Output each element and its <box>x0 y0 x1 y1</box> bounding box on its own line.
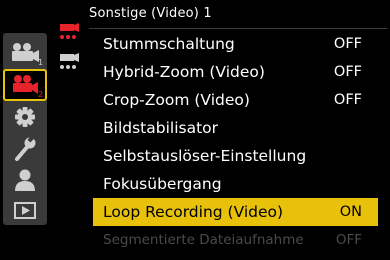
subtab-video-2[interactable] <box>56 50 84 78</box>
video-tab-1-icon <box>60 23 79 39</box>
sub-tab-column <box>56 20 86 80</box>
menu-item-stummschaltung[interactable]: Stummschaltung OFF <box>93 30 378 58</box>
menu-item-bildstabilisator[interactable]: Bildstabilisator <box>93 114 378 142</box>
sidebar-item-settings[interactable] <box>3 101 47 133</box>
menu-list: Stummschaltung OFF Hybrid-Zoom (Video) O… <box>93 30 390 254</box>
menu-item-selbstausloeser[interactable]: Selbstauslöser-Einstellung <box>93 142 378 170</box>
menu-item-crop-zoom[interactable]: Crop-Zoom (Video) OFF <box>93 86 378 114</box>
menu-item-value: OFF <box>333 36 362 52</box>
video-tab-2-icon <box>60 53 79 69</box>
menu-item-fokusuebergang[interactable]: Fokusübergang <box>93 170 378 198</box>
menu-item-hybrid-zoom[interactable]: Hybrid-Zoom (Video) OFF <box>93 58 378 86</box>
video-camera-icon: 2 <box>13 75 43 99</box>
menu-item-label: Fokusübergang <box>103 175 222 193</box>
camera-menu-screen: 1 2 Sonstige (Video) 1 Stummschaltung OF… <box>0 0 390 260</box>
sidebar-item-video[interactable]: 2 <box>3 69 47 101</box>
user-icon <box>15 169 35 191</box>
sidebar-badge: 2 <box>38 90 43 99</box>
menu-item-label: Stummschaltung <box>103 35 235 53</box>
menu-item-label: Bildstabilisator <box>103 119 219 137</box>
title-divider <box>89 28 387 29</box>
subtab-video-1[interactable] <box>56 20 84 48</box>
sidebar-item-my-menu[interactable] <box>3 165 47 197</box>
gear-icon <box>15 107 35 127</box>
menu-item-label: Loop Recording (Video) <box>103 203 284 221</box>
wrench-icon <box>15 135 36 161</box>
sidebar-badge: 1 <box>38 58 43 67</box>
menu-item-value: ON <box>339 204 362 220</box>
sidebar-item-playback[interactable] <box>3 197 47 229</box>
main-menu-sidebar: 1 2 <box>3 33 47 225</box>
menu-item-label: Crop-Zoom (Video) <box>103 91 250 109</box>
sidebar-item-photo[interactable]: 1 <box>3 37 47 69</box>
photo-camera-icon: 1 <box>12 43 43 67</box>
menu-item-label: Segmentierte Dateiaufnahme <box>103 232 304 248</box>
menu-item-label: Hybrid-Zoom (Video) <box>103 63 265 81</box>
menu-item-value: OFF <box>333 92 362 108</box>
menu-item-label: Selbstauslöser-Einstellung <box>103 147 307 165</box>
menu-item-value: OFF <box>335 232 362 248</box>
menu-item-value: OFF <box>333 64 362 80</box>
page-title: Sonstige (Video) 1 <box>89 6 212 21</box>
sidebar-item-setup[interactable] <box>3 133 47 165</box>
menu-item-loop-recording[interactable]: Loop Recording (Video) ON <box>93 198 378 226</box>
playback-icon <box>14 202 36 219</box>
menu-item-segmentierte-dateiaufnahme: Segmentierte Dateiaufnahme OFF <box>93 226 378 254</box>
